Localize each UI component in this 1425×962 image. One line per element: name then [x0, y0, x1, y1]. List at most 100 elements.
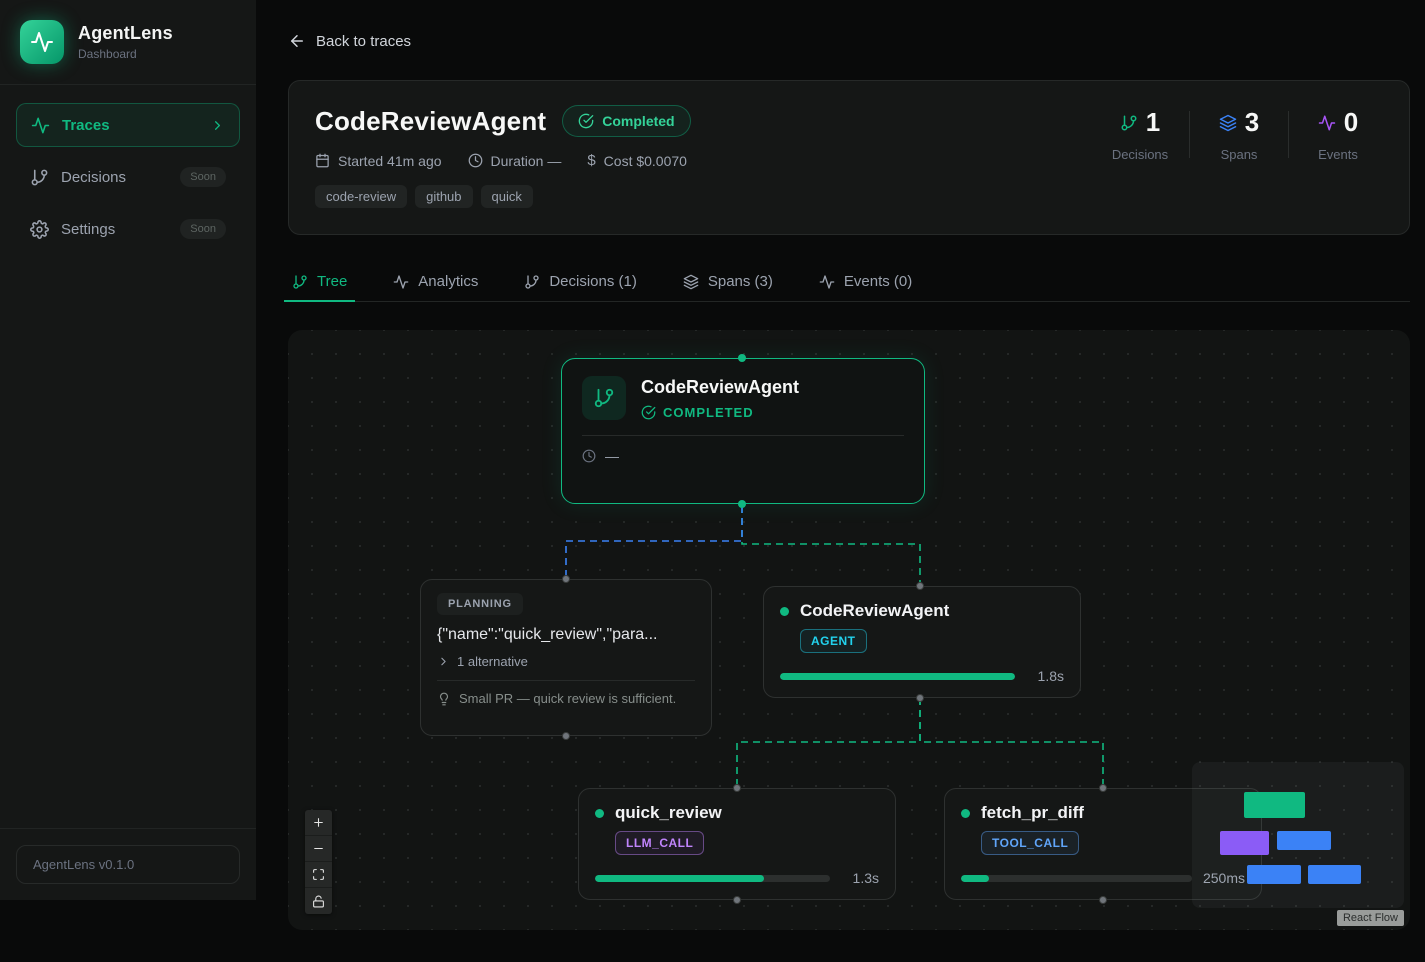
lock-toggle-button[interactable] — [305, 888, 332, 914]
sidebar-footer: AgentLens v0.1.0 — [0, 828, 256, 900]
tab-label: Tree — [317, 273, 347, 290]
minimap-node-fetch-pr-diff — [1308, 865, 1361, 884]
trace-title: CodeReviewAgent — [315, 106, 546, 137]
sidebar-item-settings[interactable]: Settings Soon — [16, 207, 240, 251]
decision-action: {"name":"quick_review","para... — [437, 626, 695, 644]
chevron-right-icon — [210, 118, 225, 133]
node-span-quick-review[interactable]: quick_review LLM_CALL 1.3s — [578, 788, 896, 900]
node-status: COMPLETED — [663, 405, 754, 420]
clock-icon — [582, 449, 596, 463]
trace-header-card: CodeReviewAgent Completed Started 41m ag… — [288, 80, 1410, 235]
zoom-in-button[interactable] — [305, 810, 332, 836]
tag-list: code-review github quick — [315, 185, 1383, 208]
stat-value: 0 — [1344, 107, 1358, 138]
back-to-traces-link[interactable]: Back to traces — [288, 32, 411, 50]
activity-icon — [31, 116, 50, 135]
node-span-agent[interactable]: CodeReviewAgent AGENT 1.8s — [763, 586, 1081, 698]
app-logo — [20, 20, 64, 64]
sidebar: AgentLens Dashboard Traces Decisions Soo… — [0, 0, 256, 900]
tag: quick — [481, 185, 533, 208]
span-type-badge: AGENT — [800, 629, 867, 653]
stat-spans: 3 Spans — [1192, 107, 1286, 162]
sidebar-header: AgentLens Dashboard — [0, 0, 256, 85]
node-handle[interactable] — [1099, 896, 1107, 904]
tab-label: Spans (3) — [708, 273, 773, 290]
node-handle[interactable] — [562, 732, 570, 740]
node-title: CodeReviewAgent — [641, 377, 799, 398]
node-decision-planning[interactable]: PLANNING {"name":"quick_review","para...… — [420, 579, 712, 736]
trace-stats: 1 Decisions 3 Spans 0 Events — [1093, 107, 1385, 162]
zoom-out-button[interactable] — [305, 836, 332, 862]
calendar-icon — [315, 153, 330, 168]
check-circle-icon — [641, 405, 656, 420]
tab-tree[interactable]: Tree — [288, 262, 351, 301]
alternatives-label: 1 alternative — [457, 654, 528, 669]
tab-spans[interactable]: Spans (3) — [679, 262, 777, 301]
span-duration: 1.3s — [841, 870, 879, 886]
stat-value: 3 — [1245, 107, 1259, 138]
stat-label: Spans — [1192, 147, 1286, 162]
node-handle[interactable] — [738, 354, 746, 362]
git-branch-icon — [582, 376, 626, 420]
node-duration: — — [605, 448, 619, 464]
node-handle[interactable] — [733, 784, 741, 792]
sidebar-item-traces[interactable]: Traces — [16, 103, 240, 147]
span-duration: 1.8s — [1026, 668, 1064, 684]
status-dot — [595, 809, 604, 818]
decision-rationale: Small PR — quick review is sufficient. — [459, 691, 676, 706]
node-title: fetch_pr_diff — [981, 803, 1084, 823]
node-handle[interactable] — [1099, 784, 1107, 792]
started-meta: Started 41m ago — [315, 153, 442, 169]
react-flow-attribution[interactable]: React Flow — [1337, 910, 1404, 926]
node-handle[interactable] — [733, 896, 741, 904]
git-branch-icon — [1120, 114, 1138, 132]
sidebar-item-label: Decisions — [61, 169, 168, 186]
stat-decisions: 1 Decisions — [1093, 107, 1187, 162]
alternatives-toggle[interactable]: 1 alternative — [437, 654, 695, 669]
node-handle[interactable] — [916, 694, 924, 702]
fit-view-button[interactable] — [305, 862, 332, 888]
node-handle[interactable] — [916, 582, 924, 590]
tab-analytics[interactable]: Analytics — [389, 262, 482, 301]
tab-events[interactable]: Events (0) — [815, 262, 916, 301]
stat-events: 0 Events — [1291, 107, 1385, 162]
plus-icon — [312, 816, 325, 829]
node-handle[interactable] — [562, 575, 570, 583]
chevron-right-icon — [437, 655, 450, 668]
gear-icon — [30, 220, 49, 239]
tag: code-review — [315, 185, 407, 208]
lightbulb-icon — [437, 692, 451, 706]
sidebar-item-decisions[interactable]: Decisions Soon — [16, 155, 240, 199]
tab-label: Events (0) — [844, 273, 912, 290]
node-root-agent[interactable]: CodeReviewAgent COMPLETED — — [561, 358, 925, 504]
status-label: Completed — [602, 113, 674, 129]
node-handle[interactable] — [738, 500, 746, 508]
divider — [437, 680, 695, 681]
tab-decisions[interactable]: Decisions (1) — [520, 262, 641, 301]
flow-minimap[interactable] — [1192, 762, 1404, 908]
duration-bar-fill — [595, 875, 764, 882]
duration-bar-fill — [961, 875, 989, 882]
node-title: quick_review — [615, 803, 722, 823]
tab-label: Decisions (1) — [549, 273, 637, 290]
unlock-icon — [312, 895, 325, 908]
app-version: AgentLens v0.1.0 — [16, 845, 240, 884]
agentlens-app: AgentLens Dashboard Traces Decisions Soo… — [0, 0, 1425, 962]
back-label: Back to traces — [316, 33, 411, 50]
status-dot — [780, 607, 789, 616]
sidebar-item-label: Settings — [61, 221, 168, 238]
layers-icon — [683, 274, 699, 290]
decision-type-badge: PLANNING — [437, 593, 523, 615]
tab-label: Analytics — [418, 273, 478, 290]
span-type-badge: TOOL_CALL — [981, 831, 1079, 855]
duration-bar-fill — [780, 673, 1015, 680]
minimap-node-agent — [1277, 831, 1331, 850]
minimap-node-quick-review — [1247, 865, 1301, 884]
trace-tree-canvas[interactable]: CodeReviewAgent COMPLETED — PLANNING {"n… — [288, 330, 1410, 930]
divider — [1189, 111, 1190, 158]
arrow-left-icon — [288, 32, 306, 50]
git-branch-icon — [292, 274, 308, 290]
minimap-node-decision — [1220, 831, 1269, 855]
node-title: CodeReviewAgent — [800, 601, 949, 621]
duration-bar — [961, 875, 1192, 882]
